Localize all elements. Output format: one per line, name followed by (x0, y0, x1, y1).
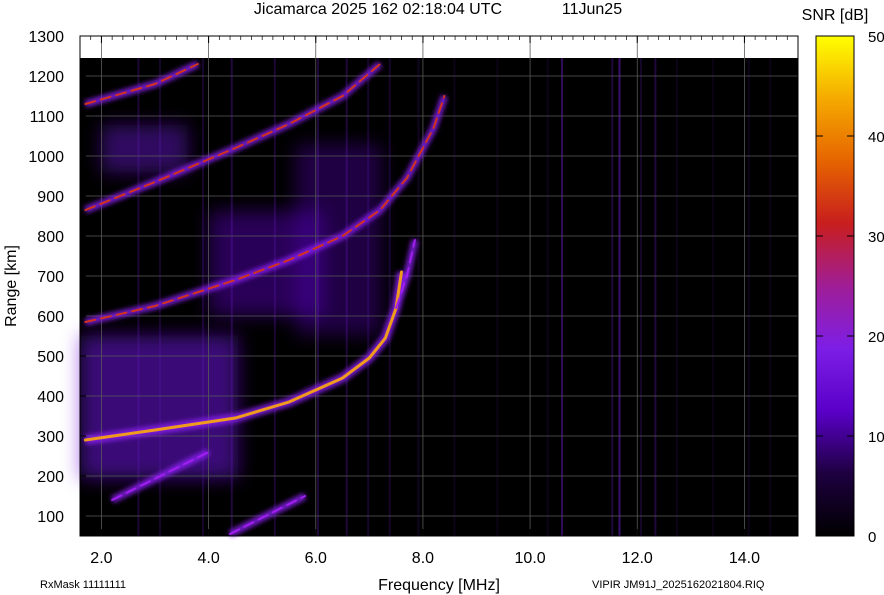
file-label: VIPIR JM91J_2025162021804.RIQ (592, 579, 765, 591)
interference-streak (561, 58, 564, 536)
plot-area (79, 35, 799, 538)
no-data-band (80, 36, 798, 58)
y-axis-label: Range [km] (3, 245, 20, 327)
x-tick-label: 8.0 (412, 550, 434, 567)
interference-streak (611, 58, 614, 536)
interference-streak (654, 58, 657, 536)
x-tick-label: 12.0 (622, 550, 653, 567)
colorbar-tick-label: 0 (868, 529, 876, 546)
y-tick-label: 1200 (28, 69, 64, 86)
y-tick-label: 100 (37, 509, 64, 526)
y-tick-label: 900 (37, 189, 64, 206)
interference-streak (388, 58, 391, 536)
y-tick-label: 500 (37, 349, 64, 366)
interference-streak (345, 58, 348, 536)
x-tick-label: 2.0 (90, 550, 112, 567)
interference-streak (675, 58, 678, 536)
interference-streak (769, 58, 772, 536)
colorbar-tick-label: 30 (868, 229, 884, 246)
colorbar-tick-label: 50 (868, 29, 884, 46)
y-tick-label: 400 (37, 389, 64, 406)
x-tick-label: 14.0 (729, 550, 760, 567)
interference-streak (546, 58, 549, 536)
interference-streak (316, 58, 319, 536)
interference-streak (618, 58, 621, 536)
ionogram-chart: Jicamarca 2025 162 02:18:04 UTC 11Jun25 … (3, 1, 884, 594)
interference-streak (711, 58, 714, 536)
x-tick-labels: 2.0 4.0 6.0 8.0 10.0 12.0 14.0 (90, 550, 760, 567)
y-tick-label: 1300 (28, 29, 64, 46)
y-tick-label: 1100 (30, 109, 65, 126)
interference-streak (137, 58, 140, 536)
y-tick-label: 200 (37, 469, 64, 486)
interference-streak (202, 58, 205, 536)
diffuse-echo (101, 124, 188, 173)
rxmask-label: RxMask 11111111 (40, 579, 126, 591)
colorbar-gradient (815, 35, 855, 537)
interference-streak (747, 58, 750, 536)
y-tick-label: 600 (37, 309, 64, 326)
x-tick-label: 6.0 (305, 550, 327, 567)
x-tick-label: 4.0 (197, 550, 219, 567)
interference-streak (417, 58, 420, 536)
colorbar-label: SNR [dB] (802, 7, 869, 24)
interference-streak (453, 58, 456, 536)
colorbar-tick-label: 20 (868, 329, 884, 346)
x-axis-label: Frequency [MHz] (378, 577, 500, 594)
interference-streak (230, 58, 233, 536)
interference-streaks (137, 58, 772, 536)
interference-streak (640, 58, 643, 536)
colorbar-tick-label: 40 (868, 129, 884, 146)
y-tick-label: 300 (37, 429, 64, 446)
chart-date: 11Jun25 (562, 1, 622, 18)
interference-streak (367, 58, 370, 536)
y-tick-labels: 100 200 300 400 500 600 700 800 900 1000 1100 1200 1… (28, 29, 64, 526)
x-tick-label: 10.0 (515, 550, 546, 567)
chart-title: Jicamarca 2025 162 02:18:04 UTC (254, 1, 502, 18)
y-tick-label: 800 (37, 229, 64, 246)
y-tick-label: 700 (37, 269, 64, 286)
interference-streak (496, 58, 499, 536)
colorbar-tick-label: 10 (868, 429, 884, 446)
interference-streak (158, 58, 161, 536)
y-tick-label: 1000 (28, 149, 64, 166)
